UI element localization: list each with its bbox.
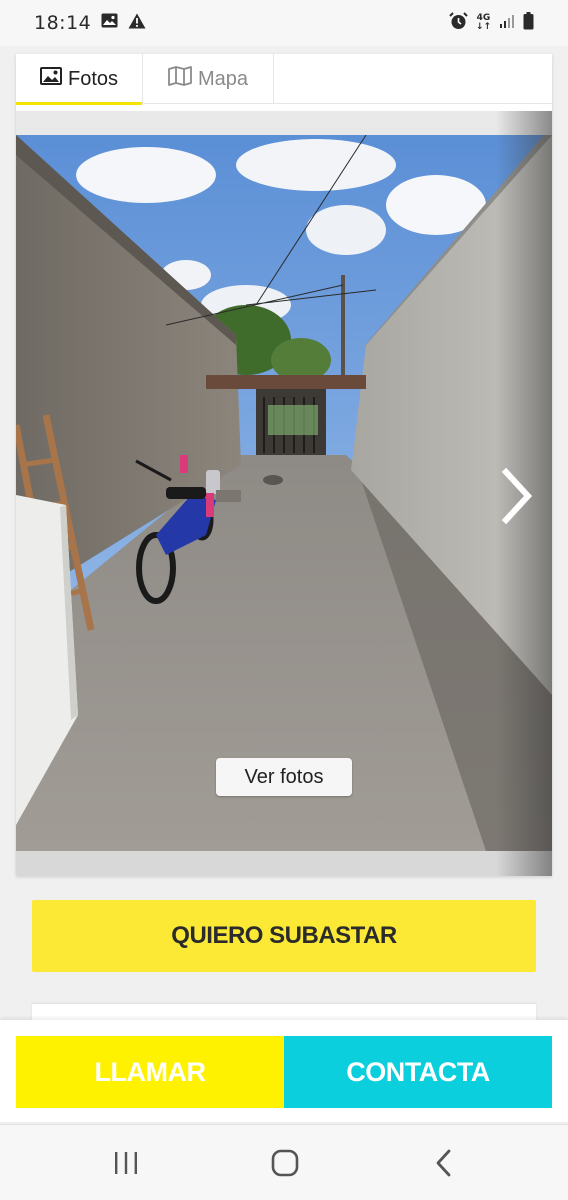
bottom-action-bar: LLAMAR CONTACTA <box>0 1020 568 1122</box>
battery-icon <box>523 11 534 35</box>
photo-gallery[interactable]: Ver fotos <box>16 111 552 876</box>
tab-mapa-label: Mapa <box>197 67 249 90</box>
home-icon[interactable] <box>265 1145 305 1181</box>
status-time: 18:14 <box>34 12 92 34</box>
status-bar: 18:14 4G ↓↑ <box>0 0 568 46</box>
property-media-card: Fotos Mapa Ver fotos <box>16 54 552 876</box>
ver-fotos-button[interactable]: Ver fotos <box>216 758 352 796</box>
signal-icon <box>499 13 515 34</box>
network-label: 4G <box>476 13 491 23</box>
auction-button[interactable]: QUIERO SUBASTAR <box>32 900 536 972</box>
property-photo <box>16 135 552 851</box>
network-4g-icon: 4G ↓↑ <box>475 13 491 32</box>
map-icon <box>168 66 192 92</box>
tab-fotos-label: Fotos <box>67 67 119 90</box>
alert-icon <box>128 13 146 34</box>
system-nav-bar <box>0 1124 568 1200</box>
recent-apps-icon[interactable] <box>106 1145 146 1181</box>
alarm-icon <box>449 11 468 35</box>
chevron-right-icon[interactable] <box>496 466 536 526</box>
call-button[interactable]: LLAMAR <box>16 1036 284 1108</box>
image-icon <box>39 67 62 91</box>
tab-mapa[interactable]: Mapa <box>142 54 274 104</box>
media-tabs: Fotos Mapa <box>16 54 552 105</box>
back-icon[interactable] <box>424 1145 464 1181</box>
image-icon <box>101 13 118 33</box>
contact-button[interactable]: CONTACTA <box>284 1036 552 1108</box>
tab-fotos[interactable]: Fotos <box>16 54 142 105</box>
